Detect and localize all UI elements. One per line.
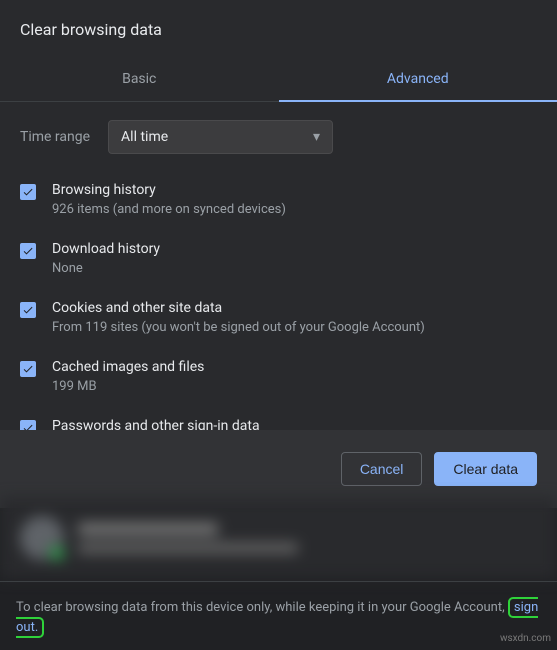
option-cookies: Cookies and other site data From 119 sit… bbox=[20, 300, 537, 335]
cancel-button[interactable]: Cancel bbox=[341, 452, 423, 486]
chevron-down-icon: ▾ bbox=[313, 129, 320, 145]
watermark: wsxdn.com bbox=[500, 633, 551, 644]
option-subtitle: None bbox=[52, 261, 537, 276]
account-name bbox=[78, 523, 218, 535]
tab-advanced[interactable]: Advanced bbox=[279, 57, 557, 101]
avatar bbox=[20, 516, 64, 560]
option-subtitle: From 119 sites (you won't be signed out … bbox=[52, 320, 537, 335]
option-browsing-history: Browsing history 926 items (and more on … bbox=[20, 182, 537, 217]
option-subtitle: 926 items (and more on synced devices) bbox=[52, 202, 537, 217]
time-range-value: All time bbox=[121, 129, 168, 145]
tabs: Basic Advanced bbox=[0, 57, 557, 102]
option-cached: Cached images and files 199 MB bbox=[20, 359, 537, 394]
account-email bbox=[78, 543, 298, 553]
option-title: Cookies and other site data bbox=[52, 300, 537, 316]
checkbox-cookies[interactable] bbox=[20, 302, 36, 318]
checkbox-browsing-history[interactable] bbox=[20, 184, 36, 200]
option-title: Download history bbox=[52, 241, 537, 257]
account-row bbox=[0, 498, 557, 578]
time-range-label: Time range bbox=[20, 129, 90, 145]
tab-basic[interactable]: Basic bbox=[0, 57, 279, 101]
actions-bar: Cancel Clear data bbox=[0, 430, 557, 508]
option-download-history: Download history None bbox=[20, 241, 537, 276]
checkbox-download-history[interactable] bbox=[20, 243, 36, 259]
checkbox-cached[interactable] bbox=[20, 361, 36, 377]
option-title: Cached images and files bbox=[52, 359, 537, 375]
option-subtitle: 199 MB bbox=[52, 379, 537, 394]
time-range-select[interactable]: All time ▾ bbox=[108, 120, 333, 154]
clear-data-button[interactable]: Clear data bbox=[434, 452, 537, 486]
footer-prefix: To clear browsing data from this device … bbox=[16, 600, 508, 615]
dialog-title: Clear browsing data bbox=[0, 0, 557, 57]
option-title: Browsing history bbox=[52, 182, 537, 198]
footer-text: To clear browsing data from this device … bbox=[0, 581, 557, 638]
